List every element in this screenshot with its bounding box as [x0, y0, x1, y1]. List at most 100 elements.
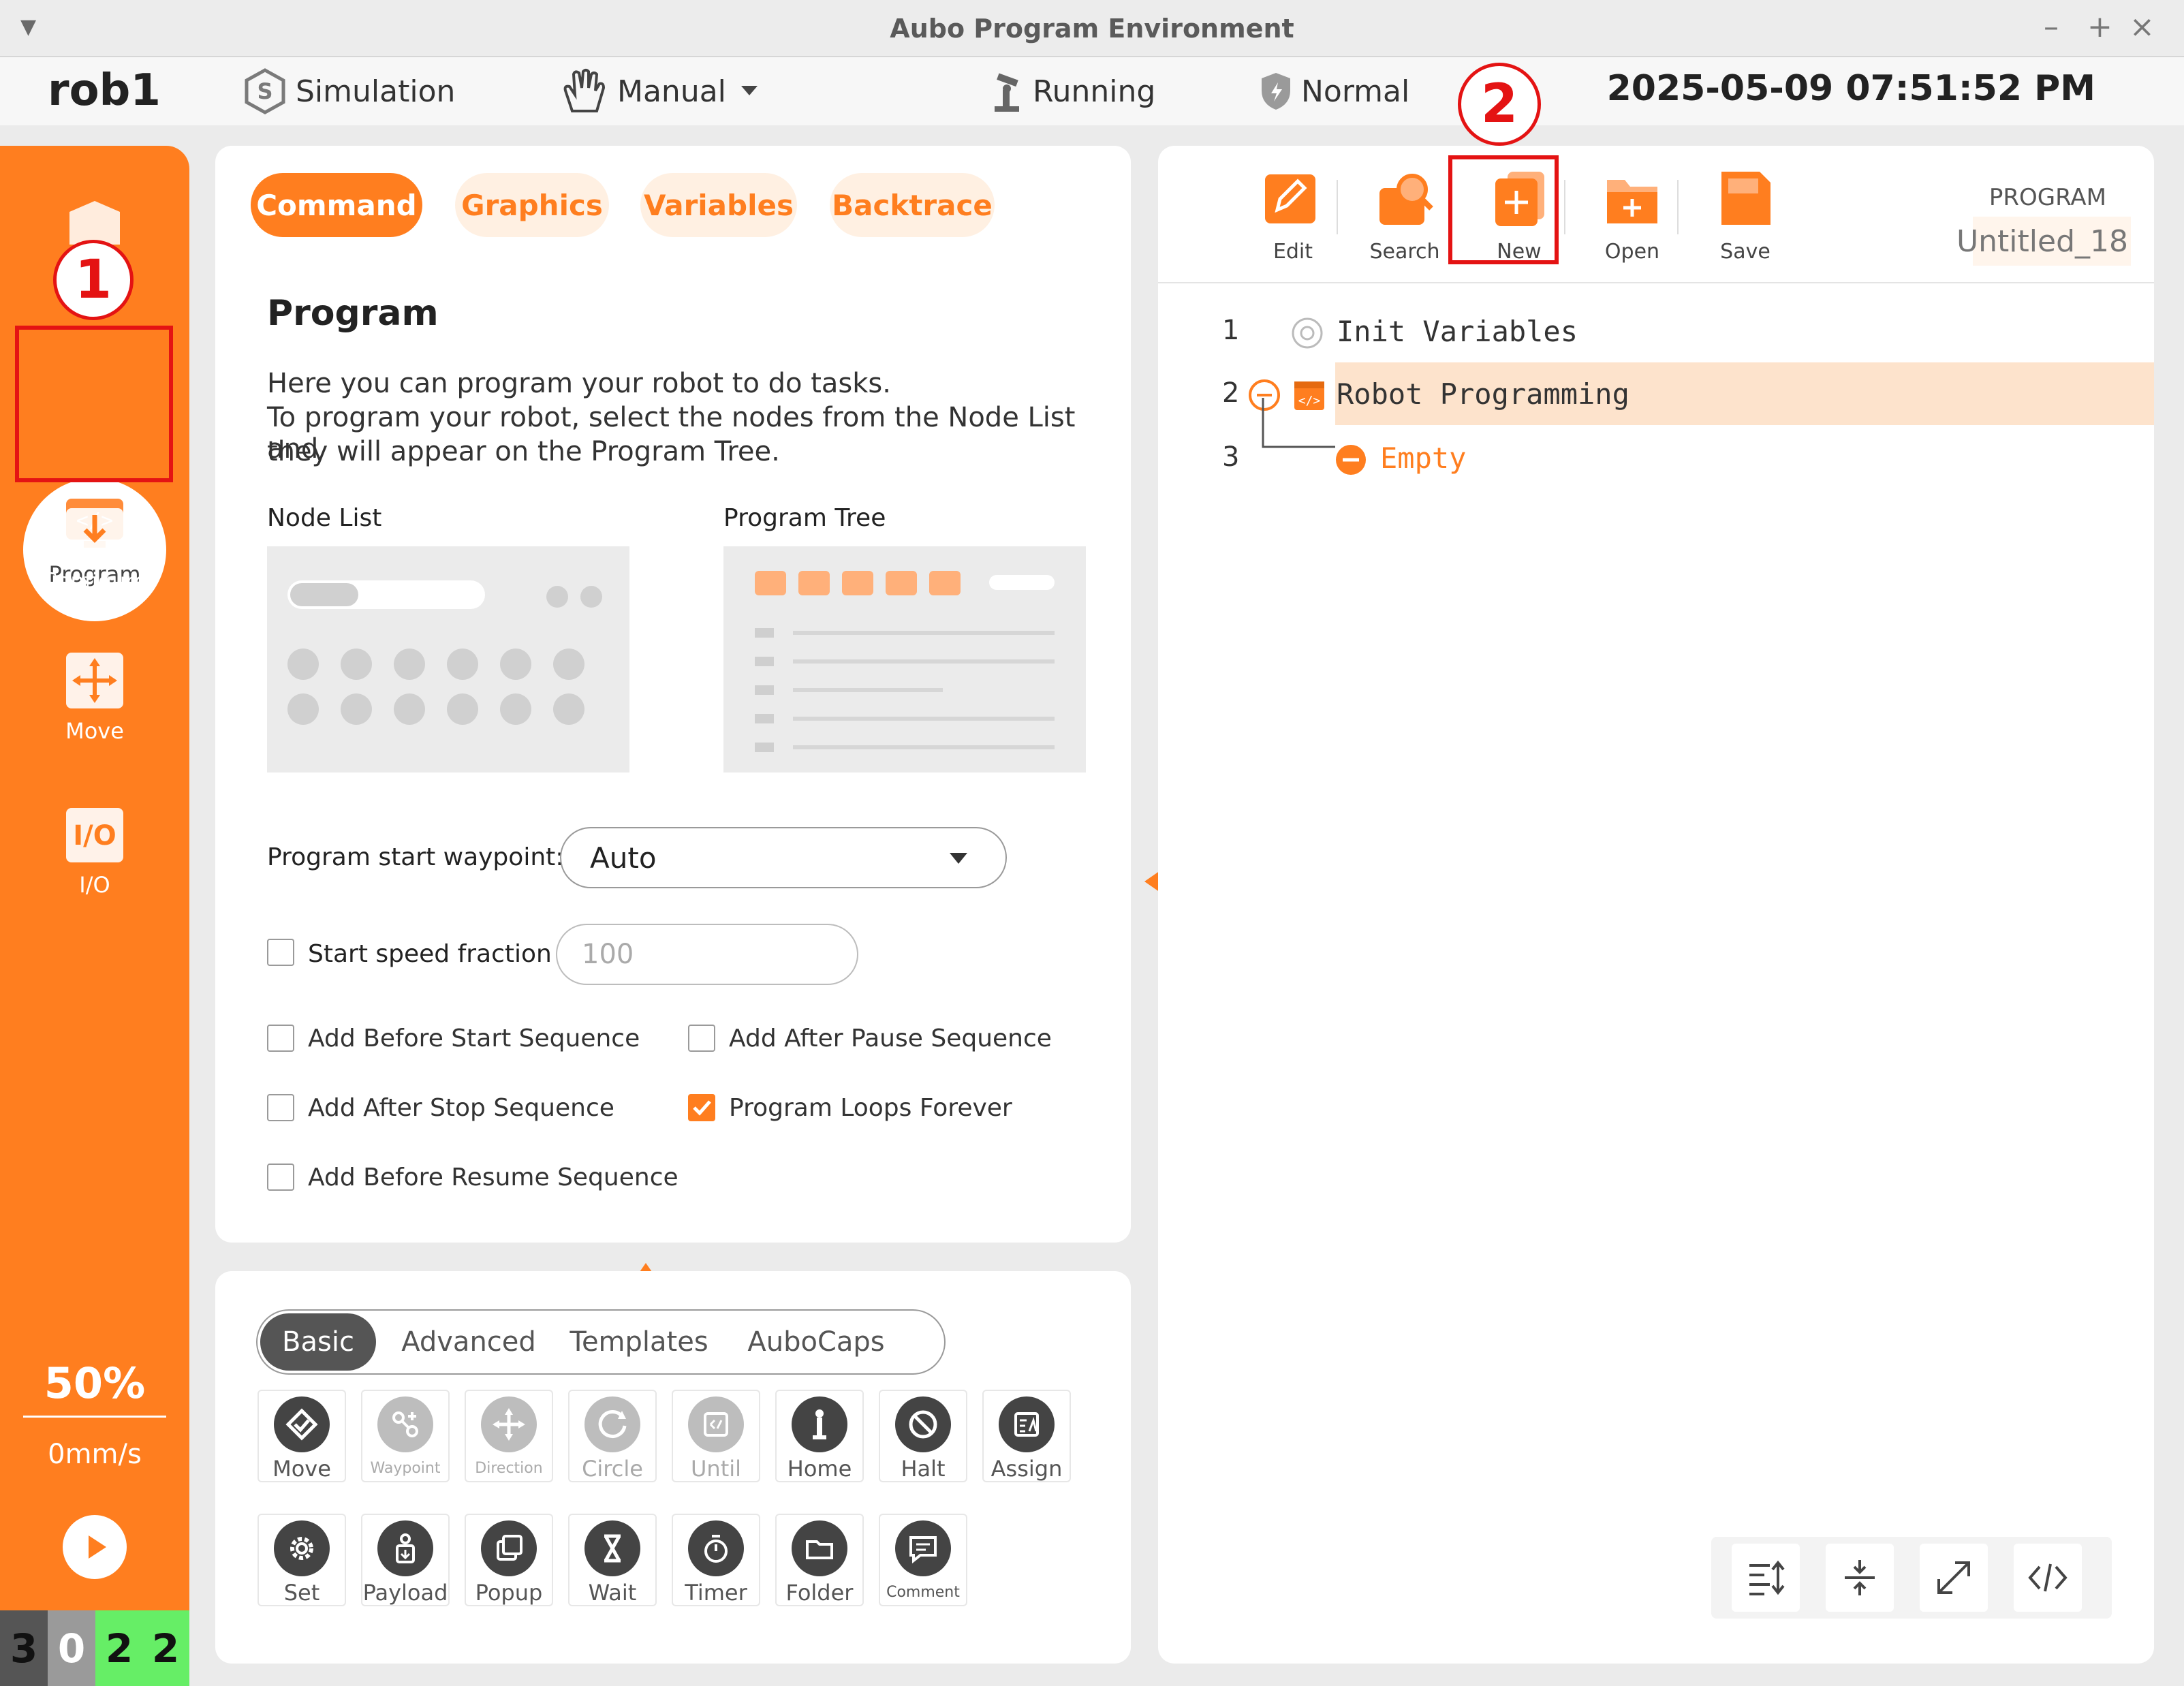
save-icon [1721, 172, 1770, 225]
node-comment[interactable]: Comment [879, 1514, 967, 1606]
before-start-label: Add Before Start Sequence [308, 1025, 640, 1052]
after-stop-checkbox[interactable] [267, 1094, 294, 1121]
node-circle[interactable]: Circle [568, 1390, 657, 1482]
tab-command[interactable]: Command [251, 173, 422, 237]
tree-row[interactable]: 1 Init Variables [1158, 300, 2154, 362]
speed-fraction-checkbox[interactable] [267, 939, 294, 966]
speed-value: 0mm/s [48, 1439, 142, 1470]
waypoint-select[interactable]: Auto [560, 827, 1007, 888]
node-popup[interactable]: Popup [465, 1514, 553, 1606]
node-label: Move [272, 1456, 331, 1482]
sidebar-item-configure[interactable]: Configure [0, 500, 189, 594]
before-resume-label: Add Before Resume Sequence [308, 1164, 678, 1191]
edit-icon [1265, 174, 1333, 223]
node-timer[interactable]: Timer [672, 1514, 760, 1606]
search-button[interactable]: Search [1357, 169, 1452, 264]
node-label: Folder [785, 1580, 854, 1606]
node-direction[interactable]: Direction [465, 1390, 553, 1482]
node-label: Circle [582, 1456, 643, 1482]
control-mode-dropdown[interactable]: Manual [559, 69, 774, 112]
node-label: Assign [990, 1456, 1063, 1482]
node-assign[interactable]: Assign [982, 1390, 1071, 1482]
io-icon-text: I/O [73, 820, 116, 852]
tab-graphics[interactable]: Graphics [455, 173, 609, 237]
expand-button[interactable] [1920, 1544, 1988, 1612]
safety-status: Normal [1258, 71, 1409, 112]
after-pause-checkbox[interactable] [688, 1025, 715, 1052]
safety-label: Normal [1301, 74, 1410, 109]
sidebar-item-io[interactable]: I/O I/O [0, 804, 189, 898]
collapse-all-button[interactable] [1826, 1544, 1894, 1612]
speed-divider [23, 1416, 166, 1418]
node-move[interactable]: Move [258, 1390, 346, 1482]
node-label: Home [787, 1456, 852, 1482]
node-category-tabs: Basic Advanced Templates AuboCaps [256, 1309, 946, 1375]
program-settings-panel: Command Graphics Variables Backtrace Pro… [215, 146, 1131, 1243]
program-tree-label: Program Tree [723, 504, 886, 532]
window-title: Aubo Program Environment [890, 14, 1294, 44]
node-halt[interactable]: Halt [879, 1390, 967, 1482]
tree-line-number: 2 [1222, 377, 1240, 409]
run-state-label: Running [1033, 74, 1156, 109]
circle-node-icon [598, 1410, 627, 1438]
sort-lines-button[interactable] [1732, 1544, 1800, 1612]
node-label: Until [690, 1456, 742, 1482]
tree-line-number: 1 [1222, 315, 1240, 346]
code-view-button[interactable] [2014, 1544, 2082, 1612]
collapse-all-icon [1845, 1560, 1875, 1595]
simulation-status[interactable]: S Simulation [241, 68, 455, 114]
open-button[interactable]: Open [1585, 169, 1680, 264]
node-list-illustration [267, 546, 629, 772]
node-payload[interactable]: Payload [361, 1514, 450, 1606]
home-node-icon [813, 1409, 826, 1439]
tab-templates[interactable]: Templates [557, 1313, 721, 1371]
program-tree-illustration [723, 546, 1086, 772]
node-waypoint[interactable]: Waypoint [361, 1390, 450, 1482]
checkmark-icon [693, 1100, 711, 1116]
sidebar-item-move[interactable]: Move [0, 650, 189, 744]
tab-variables[interactable]: Variables [640, 173, 797, 237]
tree-row[interactable]: 3 Empty [1158, 426, 2154, 489]
status-bar: rob1 S Simulation Manual Running Normal [0, 57, 2184, 125]
sort-lines-icon [1749, 1560, 1785, 1595]
loops-forever-label: Program Loops Forever [729, 1094, 1012, 1122]
shield-icon [1262, 73, 1290, 110]
node-label: Popup [475, 1580, 543, 1606]
before-resume-checkbox[interactable] [267, 1164, 294, 1191]
close-icon[interactable]: × [2130, 10, 2155, 44]
stopwatch-icon [704, 1535, 728, 1563]
tab-backtrace[interactable]: Backtrace [830, 173, 995, 237]
speed-fraction-input[interactable]: 100 [556, 924, 858, 985]
tab-advanced[interactable]: Advanced [394, 1313, 544, 1371]
node-wait[interactable]: Wait [568, 1514, 657, 1606]
node-folder[interactable]: Folder [775, 1514, 864, 1606]
simulation-icon: S [245, 68, 285, 114]
tab-aubocaps[interactable]: AuboCaps [734, 1313, 898, 1371]
tree-line-number: 3 [1222, 441, 1240, 473]
move-arrows-icon [62, 650, 127, 711]
minimize-icon[interactable]: – [2044, 10, 2059, 44]
tab-basic[interactable]: Basic [260, 1313, 376, 1371]
speed-percent[interactable]: 50% [0, 1358, 189, 1408]
robot-name: rob1 [48, 65, 161, 116]
loops-forever-checkbox[interactable] [688, 1094, 715, 1121]
node-home[interactable]: Home [775, 1390, 864, 1482]
hand-icon [563, 69, 606, 112]
search-icon [1379, 174, 1433, 225]
node-set[interactable]: Set [258, 1514, 346, 1606]
node-until[interactable]: Until [672, 1390, 760, 1482]
program-name[interactable]: Untitled_18 [1956, 217, 2131, 266]
edit-button[interactable]: Edit [1245, 169, 1341, 264]
sidebar-item-label: Move [65, 718, 124, 744]
before-start-checkbox[interactable] [267, 1025, 294, 1052]
counter-digit: 3 [0, 1610, 48, 1686]
speed-fraction-value: 100 [582, 939, 634, 970]
save-button[interactable]: Save [1698, 169, 1793, 264]
payload-node-icon [396, 1533, 415, 1563]
maximize-icon[interactable]: + [2087, 10, 2112, 44]
robot-arm-icon [995, 73, 1019, 112]
program-label: PROGRAM [1988, 184, 2106, 211]
node-label: Comment [886, 1584, 960, 1601]
play-button[interactable] [63, 1515, 127, 1579]
window-titlebar: ▼ Aubo Program Environment – + × [0, 0, 2184, 57]
